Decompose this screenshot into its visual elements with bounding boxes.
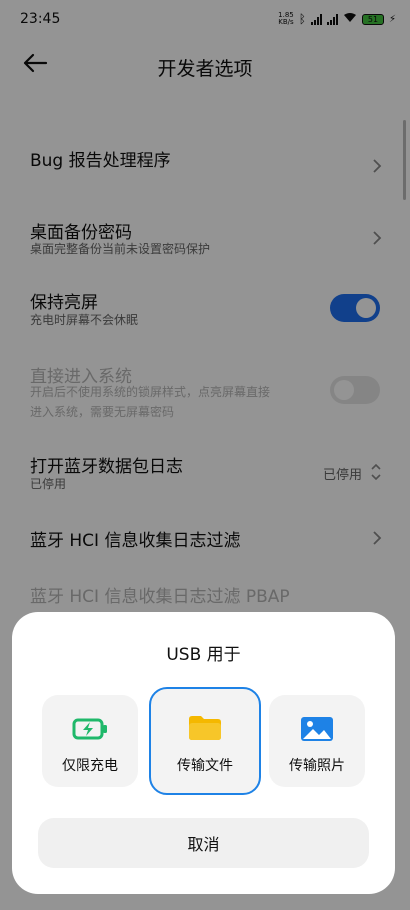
option-label: 传输照片 — [289, 758, 345, 774]
option-label: 传输文件 — [177, 758, 233, 774]
usb-option-file-transfer[interactable]: 传输文件 — [149, 687, 261, 795]
dialog-title: USB 用于 — [166, 645, 241, 665]
folder-icon — [189, 716, 221, 740]
usb-mode-dialog: USB 用于 仅限充电 传输文件 传输照片 取消 — [12, 612, 395, 894]
battery-charging-icon — [72, 718, 107, 740]
cancel-button[interactable]: 取消 — [38, 818, 369, 868]
photo-icon — [301, 717, 333, 741]
usb-option-photo-transfer[interactable]: 传输照片 — [269, 695, 365, 787]
usb-option-charge-only[interactable]: 仅限充电 — [42, 695, 138, 787]
bottom-edge — [0, 894, 410, 910]
option-label: 仅限充电 — [62, 758, 118, 774]
